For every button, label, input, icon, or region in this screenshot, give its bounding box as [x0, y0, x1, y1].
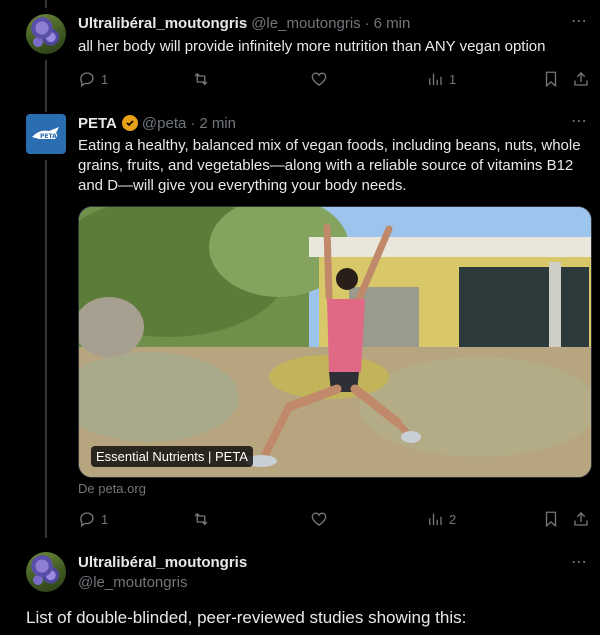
- reply-count: 1: [101, 71, 109, 87]
- reply-icon: [80, 512, 94, 528]
- views-count: 1: [449, 71, 457, 87]
- like-button[interactable]: [310, 508, 328, 530]
- retweet-button[interactable]: [192, 508, 210, 530]
- avatar[interactable]: [26, 552, 66, 592]
- views-count: 2: [449, 511, 457, 527]
- heart-icon: [311, 512, 327, 526]
- card-image: [79, 207, 591, 477]
- share-button[interactable]: [572, 68, 590, 90]
- views-button[interactable]: 2: [426, 508, 456, 530]
- thread-line-1: [45, 0, 47, 8]
- timestamp[interactable]: 2 min: [199, 115, 236, 132]
- tweet-header: PETA @peta · 2 min: [78, 113, 590, 133]
- user-handle[interactable]: @le_moutongris: [78, 574, 187, 591]
- svg-text:PETA: PETA: [40, 133, 57, 140]
- separator-dot: ·: [190, 114, 196, 132]
- timestamp[interactable]: 6 min: [374, 15, 411, 32]
- card-title-label: Essential Nutrients | PETA: [91, 446, 253, 467]
- avatar[interactable]: [26, 14, 66, 54]
- user-name[interactable]: Ultralibéral_moutongris: [78, 554, 247, 571]
- link-card[interactable]: Essential Nutrients | PETA: [78, 206, 592, 478]
- like-button[interactable]: [310, 68, 328, 90]
- tweet-text: Eating a healthy, balanced mix of vegan …: [78, 137, 581, 194]
- tweet-header: Ultralibéral_moutongris @le_moutongris ·…: [78, 13, 590, 33]
- views-icon: [429, 73, 442, 85]
- action-bar: 1 2: [78, 508, 590, 530]
- bookmark-button[interactable]: [542, 508, 560, 530]
- action-bar: 1 1: [78, 68, 590, 90]
- heart-icon: [311, 72, 327, 86]
- peta-logo-icon: PETA: [32, 127, 59, 140]
- tweet-text: all her body will provide infinitely mor…: [78, 38, 546, 55]
- user-handle[interactable]: @peta: [142, 115, 186, 132]
- tweet-text: List of double-blinded, peer-reviewed st…: [26, 608, 467, 627]
- user-handle[interactable]: @le_moutongris: [251, 15, 360, 32]
- share-button[interactable]: [572, 508, 590, 530]
- reply-icon: [80, 72, 94, 88]
- share-icon: [574, 72, 588, 86]
- views-button[interactable]: 1: [426, 68, 456, 90]
- reply-button[interactable]: 1: [78, 508, 108, 530]
- thread-line-2: [45, 60, 47, 112]
- user-name[interactable]: Ultralibéral_moutongris: [78, 15, 247, 32]
- separator-dot: ·: [364, 14, 370, 32]
- more-options-icon[interactable]: ⋯: [571, 14, 588, 30]
- retweet-button[interactable]: [192, 68, 210, 90]
- retweet-icon: [194, 512, 208, 526]
- verified-badge-icon: [121, 115, 138, 131]
- views-icon: [429, 513, 442, 525]
- retweet-icon: [194, 72, 208, 86]
- more-options-icon[interactable]: ⋯: [571, 555, 588, 571]
- bookmark-icon: [545, 511, 557, 528]
- user-name[interactable]: PETA: [78, 115, 117, 132]
- peta-avatar[interactable]: PETA: [26, 114, 66, 154]
- bookmark-icon: [545, 71, 557, 88]
- bookmark-button[interactable]: [542, 68, 560, 90]
- reply-count: 1: [101, 511, 109, 527]
- card-source[interactable]: De peta.org: [78, 481, 146, 496]
- share-icon: [574, 512, 588, 526]
- reply-button[interactable]: 1: [78, 68, 108, 90]
- thread-line-3: [45, 160, 47, 538]
- more-options-icon[interactable]: ⋯: [571, 114, 588, 130]
